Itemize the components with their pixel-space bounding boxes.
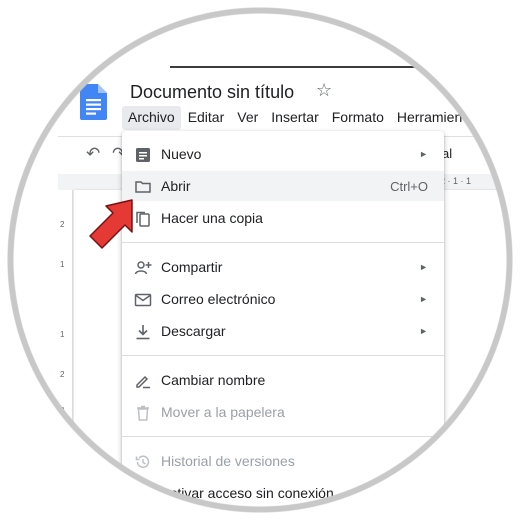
menu-item-historial[interactable]: Historial de versiones <box>122 446 444 476</box>
star-icon[interactable]: ☆ <box>316 80 332 101</box>
submenu-arrow-icon: ► <box>419 149 428 159</box>
undo-icon[interactable]: ↶ <box>86 144 100 164</box>
menu-item-label: Abrir <box>161 178 191 194</box>
ruler-tick: 2 <box>60 220 65 229</box>
menu-formato[interactable]: Formato <box>326 106 390 130</box>
mail-icon <box>134 293 152 307</box>
trash-icon <box>137 405 149 421</box>
submenu-arrow-icon: ► <box>419 262 428 272</box>
menu-item-label: Hacer una copia <box>161 210 263 226</box>
folder-icon <box>135 181 151 193</box>
menu-item-hacer-copia[interactable]: Hacer una copia <box>122 203 444 233</box>
ruler-tick: 1 <box>60 330 65 339</box>
menu-separator <box>122 355 444 356</box>
rename-icon <box>136 375 150 389</box>
ruler-tick: 3 <box>60 406 65 415</box>
menu-archivo[interactable]: Archivo <box>122 106 181 130</box>
shortcut-label: Ctrl+O <box>390 179 428 194</box>
document-title[interactable]: Documento sin título <box>130 82 294 103</box>
menu-item-label: Mover a la papelera <box>161 404 285 420</box>
history-icon <box>135 455 150 468</box>
menu-separator <box>122 242 444 243</box>
person-add-icon <box>134 261 152 275</box>
ruler-tick: 1 <box>60 260 65 269</box>
horizontal-ruler: 2 · 1 · 1 <box>440 176 472 186</box>
menu-item-mover-papelera[interactable]: Mover a la papelera <box>122 397 444 427</box>
download-icon <box>136 325 150 340</box>
menu-item-label: Activar acceso sin conexión <box>161 485 334 501</box>
menu-item-nuevo[interactable]: Nuevo ► <box>122 139 444 169</box>
docs-logo-icon[interactable] <box>80 84 107 120</box>
menu-item-compartir[interactable]: Compartir ► <box>122 252 444 282</box>
menu-item-acceso-sin-conexion[interactable]: Activar acceso sin conexión <box>122 478 444 508</box>
red-arrow-icon <box>89 199 133 249</box>
menu-bar: Archivo Editar Ver Insertar Formato Herr… <box>122 106 469 130</box>
menu-item-label: Descargar <box>161 323 226 339</box>
menu-separator <box>122 436 444 437</box>
menu-editar[interactable]: Editar <box>182 106 231 130</box>
menu-item-label: Historial de versiones <box>161 453 295 469</box>
menu-item-label: Nuevo <box>161 146 202 162</box>
menu-item-descargar[interactable]: Descargar ► <box>122 316 444 346</box>
menu-item-label: Cambiar nombre <box>161 372 266 388</box>
new-doc-icon <box>136 148 150 162</box>
submenu-arrow-icon: ► <box>419 294 428 304</box>
menu-insertar[interactable]: Insertar <box>265 106 324 130</box>
vertical-ruler: 2 1 1 2 3 <box>58 190 73 520</box>
menu-item-label: Compartir <box>161 259 223 275</box>
file-menu-dropdown: Nuevo ► Abrir Ctrl+O Hacer una copia Com… <box>122 131 444 520</box>
submenu-arrow-icon: ► <box>419 326 428 336</box>
menu-item-label: Correo electrónico <box>161 291 276 307</box>
menu-item-correo[interactable]: Correo electrónico ► <box>122 284 444 314</box>
menu-herramientas[interactable]: Herramien <box>391 106 468 130</box>
menu-item-abrir[interactable]: Abrir Ctrl+O <box>122 171 444 201</box>
screenshot-stage: Documento sin título ☆ Archivo Editar Ve… <box>0 0 520 520</box>
menu-ver[interactable]: Ver <box>231 106 264 130</box>
ruler-tick: 2 <box>60 370 65 379</box>
menu-item-cambiar-nombre[interactable]: Cambiar nombre <box>122 365 444 395</box>
window-top-edge <box>170 66 430 68</box>
